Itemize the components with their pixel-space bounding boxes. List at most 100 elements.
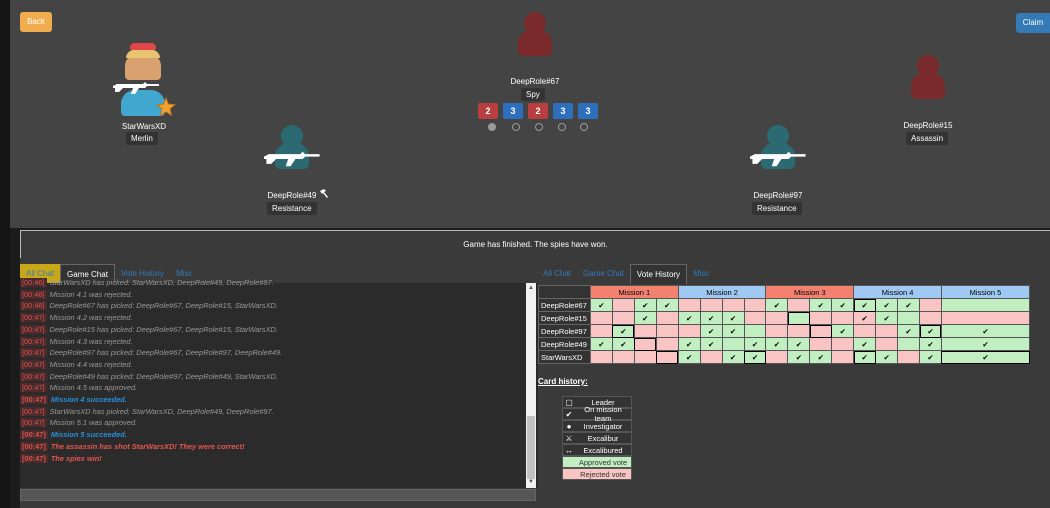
- mission-box-1: 2: [478, 103, 498, 119]
- chat-timestamp: [00:47]: [20, 313, 47, 323]
- vote-cell: ✔: [809, 298, 833, 312]
- chat-timestamp: [00:47]: [20, 336, 47, 346]
- legend-label: Excalibur: [587, 433, 619, 443]
- vote-cell: ✔: [721, 311, 745, 325]
- player-deeprole15[interactable]: DeepRole#15 Assassin: [883, 55, 973, 145]
- player-name: StarWarsXD: [121, 122, 167, 131]
- scroll-down-icon[interactable]: ▼: [528, 479, 534, 485]
- chat-text: The spies win!: [50, 453, 102, 463]
- scroll-thumb[interactable]: [527, 416, 535, 479]
- right-tab-bar: All Chat Game Chat Vote History Misc: [537, 262, 716, 284]
- vote-cell: [787, 298, 811, 312]
- gun-icon: [264, 151, 320, 167]
- vote-cell: [809, 311, 833, 325]
- player-deeprole67[interactable]: DeepRole#67 Spy: [490, 12, 580, 102]
- legend-item: ⚔ Excalibur: [562, 432, 632, 444]
- tab-all-chat[interactable]: All Chat: [537, 264, 577, 284]
- vote-cell: ✔: [589, 298, 613, 312]
- game-window: Back Claim StarWarsXD Merlin DeepRole#67…: [0, 0, 1050, 508]
- vote-cell: [655, 350, 679, 364]
- vote-cell: [875, 324, 899, 338]
- vote-cell: [765, 350, 789, 364]
- back-button[interactable]: Back: [20, 12, 52, 32]
- mission-box-4: 3: [553, 103, 573, 119]
- vote-cell: ✔: [940, 324, 1031, 338]
- vote-cell: ✔: [655, 298, 679, 312]
- vote-cell: ✔: [875, 298, 899, 312]
- vote-history-table: Mission 1 Mission 2 Mission 3 Mission 4 Miss…: [538, 285, 1031, 364]
- mission-box-3: 2: [528, 103, 548, 119]
- vote-cell: ✔: [853, 311, 877, 325]
- vote-cell: ✔: [897, 324, 921, 338]
- vote-cell: ✔: [919, 337, 942, 351]
- vote-cell: ✔: [699, 324, 723, 338]
- vote-track-dot: [558, 123, 566, 131]
- chat-timestamp: [00:46]: [20, 289, 47, 299]
- vote-cell: ✔: [831, 324, 855, 338]
- tab-vote-history[interactable]: Vote History: [629, 264, 688, 284]
- vote-row: DeepRole#67 ✔ ✔ ✔ ✔ ✔ ✔ ✔ ✔ ✔: [538, 298, 1031, 312]
- chat-scrollbar[interactable]: ▲ ▼: [526, 283, 536, 488]
- vote-cell: [831, 337, 855, 351]
- star-icon: [156, 97, 176, 117]
- chat-message: [00:46] DeepRole#67 has picked: DeepRole#…: [20, 300, 526, 312]
- player-starwarsxd[interactable]: StarWarsXD Merlin: [99, 40, 189, 148]
- player-deeprole97[interactable]: DeepRole#97 Resistance: [733, 125, 823, 215]
- vote-track-dot: [535, 123, 543, 131]
- vote-cell: [633, 324, 657, 338]
- vote-cell: [809, 324, 833, 338]
- vote-row: StarWarsXD ✔ ✔ ✔ ✔ ✔ ✔ ✔ ✔ ✔: [538, 350, 1031, 364]
- chat-timestamp: [00:46]: [20, 301, 47, 311]
- chat-log: [00:46] StarWarsXD has picked: StarWarsXD…: [20, 277, 526, 482]
- scroll-up-icon[interactable]: ▲: [528, 285, 534, 291]
- vote-cell: ✔: [853, 298, 877, 312]
- vote-cell: ✔: [853, 350, 877, 364]
- chat-timestamp: [00:47]: [20, 453, 48, 463]
- tab-game-chat[interactable]: Game Chat: [577, 264, 630, 284]
- chat-timestamp: [00:47]: [20, 441, 48, 451]
- chat-message: [00:46] Mission 4.1 was rejected.: [20, 289, 526, 301]
- chat-timestamp: [00:47]: [20, 430, 48, 440]
- chat-message: [00:47] Mission 4.2 was rejected.: [20, 312, 526, 324]
- legend-item: ● Investigator: [562, 420, 632, 432]
- pawn-icon: [911, 55, 945, 99]
- chat-message: [00:46] StarWarsXD has picked: StarWarsXD…: [20, 277, 526, 289]
- vote-cell: ✔: [809, 350, 833, 364]
- claim-button[interactable]: Claim: [1016, 13, 1050, 33]
- vote-row-player: DeepRole#67: [538, 298, 591, 312]
- vote-row: DeepRole#97 ✔ ✔ ✔ ✔ ✔ ✔ ✔: [538, 324, 1031, 338]
- vote-cell: ✔: [897, 298, 921, 312]
- chat-text: StarWarsXD has picked: StarWarsXD, DeepR…: [49, 278, 274, 287]
- player-deeprole49[interactable]: DeepRole#49 Resistance: [247, 125, 337, 215]
- chat-text: DeepRole#97 has picked: DeepRole#67, Dee…: [49, 348, 283, 358]
- vote-cell: ✔: [611, 324, 635, 338]
- chat-input[interactable]: [20, 489, 536, 501]
- vote-cell: [787, 311, 811, 325]
- chat-message: [00:47] Mission 4 succeeded.: [20, 394, 526, 406]
- mission-box-5: 3: [578, 103, 598, 119]
- chat-message: [00:47] The spies win!: [20, 453, 526, 465]
- chat-text: StarWarsXD has picked: StarWarsXD, DeepR…: [49, 406, 274, 416]
- gun-icon: [750, 151, 806, 167]
- vote-cell: ✔: [940, 337, 1031, 351]
- chat-text: Mission 4.4 was rejected.: [49, 359, 133, 369]
- vote-cell: ✔: [853, 337, 877, 351]
- leader-box-icon: ▢: [565, 397, 573, 407]
- vote-cell: [699, 350, 723, 364]
- vote-cell: ✔: [677, 311, 701, 325]
- mission-header-5: Mission 5: [940, 285, 1031, 299]
- vote-cell: ✔: [743, 337, 767, 351]
- chat-message: [00:47] Mission 5 succeeded.: [20, 429, 526, 441]
- vote-cell: [677, 298, 701, 312]
- vote-cell: ✔: [699, 337, 723, 351]
- vote-cell: [611, 311, 635, 325]
- player-role: Resistance: [267, 202, 317, 215]
- vote-row-player: DeepRole#97: [538, 324, 591, 338]
- chat-text: The assassin has shot StarWarsXD! They w…: [50, 441, 245, 451]
- vote-cell: [919, 311, 942, 325]
- vote-cell: [897, 337, 921, 351]
- vote-cell: [721, 298, 745, 312]
- chat-message: [00:47] The assassin has shot StarWarsXD!…: [20, 441, 526, 453]
- tab-misc[interactable]: Misc: [687, 264, 715, 284]
- vote-cell: ✔: [787, 337, 811, 351]
